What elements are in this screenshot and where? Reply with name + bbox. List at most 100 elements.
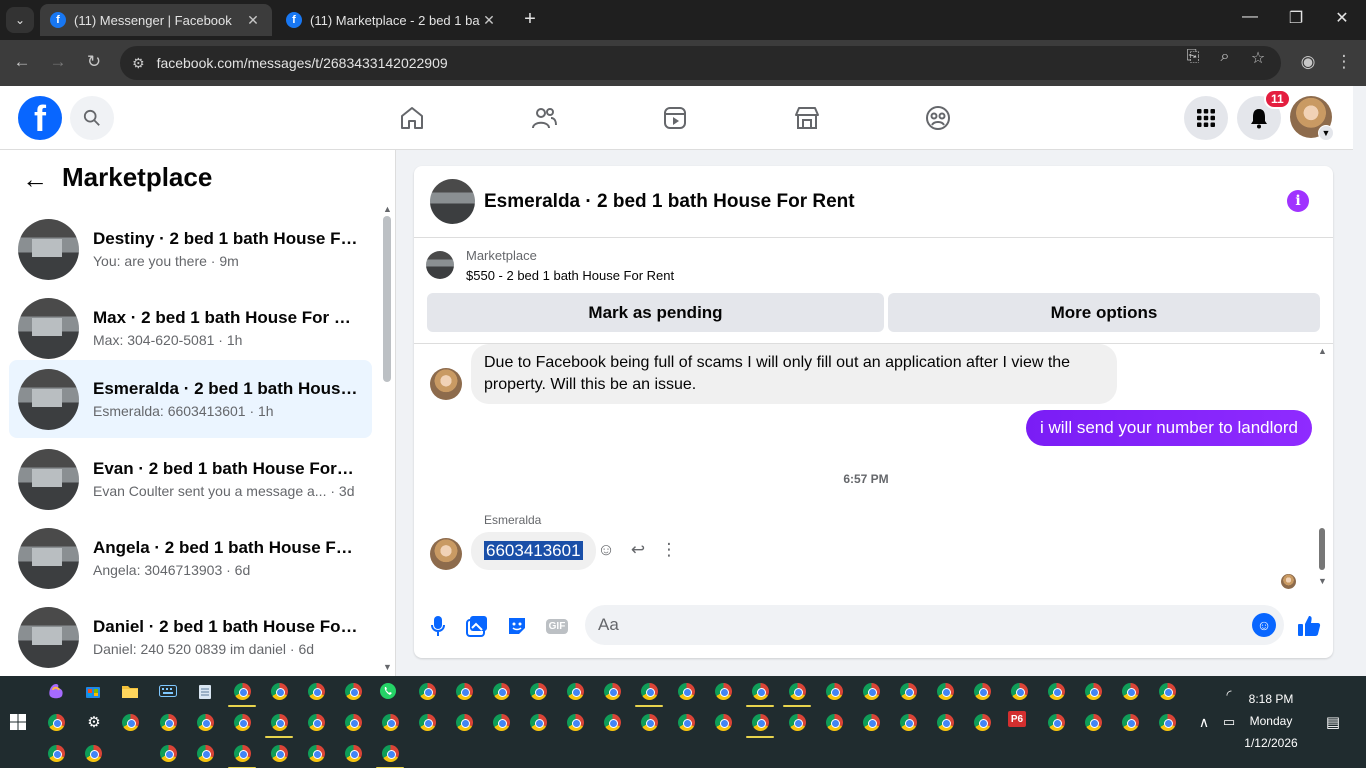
more-options-button[interactable]: More options [888,293,1320,332]
chrome-icon[interactable] [601,680,623,702]
chrome-icon[interactable] [934,711,956,733]
search-icon[interactable] [70,96,114,140]
clock[interactable]: 8:18 PM Monday 1/12/2026 [1236,692,1306,750]
apps-menu-icon[interactable] [1184,96,1228,140]
close-tab-icon[interactable]: ✕ [480,12,498,29]
chevron-down-icon[interactable]: ▼ [1318,125,1334,141]
chrome-icon[interactable] [786,680,808,702]
install-app-icon[interactable]: ⎘ [1182,48,1204,66]
chrome-icon[interactable] [231,711,253,733]
chrome-icon[interactable] [675,711,697,733]
zoom-icon[interactable]: ⌕ [1214,48,1236,66]
chrome-icon[interactable] [1045,680,1067,702]
chrome-icon[interactable] [305,742,327,764]
chrome-icon[interactable] [268,680,290,702]
chrome-icon[interactable] [490,711,512,733]
chrome-icon[interactable] [749,680,771,702]
conversation-item[interactable]: Destiny · 2 bed 1 bath House For... You:… [9,210,372,288]
store-icon[interactable] [82,680,104,702]
chrome-icon[interactable] [1119,680,1141,702]
photo-icon[interactable] [464,613,490,639]
keyboard-app-icon[interactable] [157,680,179,702]
chrome-icon[interactable] [490,680,512,702]
chrome-icon[interactable] [379,711,401,733]
chrome-icon[interactable] [379,742,401,764]
p6-app-icon[interactable]: P6 [1008,711,1026,727]
chrome-icon[interactable] [527,680,549,702]
emoji-icon[interactable]: ☺ [1252,613,1276,637]
chrome-icon[interactable] [527,711,549,733]
conversation-item[interactable]: Angela · 2 bed 1 bath House For ... Ange… [9,519,372,597]
chrome-icon[interactable] [342,711,364,733]
chrome-icon[interactable] [119,711,141,733]
sidebar-scrollbar[interactable] [383,216,391,382]
maximize-icon[interactable]: ❐ [1284,8,1308,28]
chrome-icon[interactable] [453,680,475,702]
chrome-icon[interactable] [823,711,845,733]
chrome-icon[interactable] [712,711,734,733]
back-icon[interactable]: ← [11,52,33,72]
settings-gear-icon[interactable]: ⚙ [83,711,105,733]
react-emoji-icon[interactable]: ☺ [595,540,617,560]
chrome-icon[interactable] [564,711,586,733]
sender-avatar[interactable] [430,538,462,570]
chrome-icon[interactable] [268,711,290,733]
show-hidden-icons-chevron-icon[interactable]: ∧ [1193,711,1215,733]
chrome-icon[interactable] [1008,680,1030,702]
reload-icon[interactable]: ↻ [83,52,105,72]
chrome-icon[interactable] [971,711,993,733]
sender-avatar[interactable] [430,368,462,400]
groups-icon[interactable] [920,100,956,136]
tab-search-icon[interactable]: ⌄ [6,7,34,33]
scroll-down-icon[interactable]: ▼ [383,662,392,672]
chrome-icon[interactable] [1156,711,1178,733]
chrome-icon[interactable] [231,742,253,764]
chrome-icon[interactable] [675,680,697,702]
conversation-item-selected[interactable]: Esmeralda · 2 bed 1 bath House ... Esmer… [9,360,372,438]
reply-icon[interactable]: ↩ [627,540,649,560]
chrome-icon[interactable] [749,711,771,733]
tab-messenger[interactable]: f (11) Messenger | Facebook ✕ [40,4,272,36]
chrome-icon[interactable] [860,711,882,733]
back-arrow-icon[interactable]: ← [22,164,48,195]
scroll-up-icon[interactable]: ▲ [383,204,392,214]
message-input[interactable]: Aa [585,605,1284,645]
chrome-icon[interactable] [194,711,216,733]
listing-price[interactable]: $550 - 2 bed 1 bath House For Rent [466,268,674,283]
chat-listing-thumbnail[interactable] [430,179,475,224]
conversation-item[interactable]: Max · 2 bed 1 bath House For Rent Max: 3… [9,289,372,367]
chrome-icon[interactable] [82,742,104,764]
tab-marketplace[interactable]: f (11) Marketplace - 2 bed 1 bath ✕ [276,4,508,36]
chrome-icon[interactable] [416,711,438,733]
chrome-icon[interactable] [157,742,179,764]
chrome-icon[interactable] [564,680,586,702]
forward-icon[interactable]: → [47,52,69,72]
chrome-icon[interactable] [712,680,734,702]
chrome-icon[interactable] [1119,711,1141,733]
chrome-icon[interactable] [45,711,67,733]
chrome-icon[interactable] [860,680,882,702]
chrome-icon[interactable] [601,711,623,733]
chrome-icon[interactable] [1082,680,1104,702]
home-icon[interactable] [394,100,430,136]
mark-as-pending-button[interactable]: Mark as pending [427,293,884,332]
chrome-icon[interactable] [897,680,919,702]
chrome-icon[interactable] [638,680,660,702]
like-thumbs-up-icon[interactable] [1296,613,1322,639]
facebook-logo-icon[interactable]: f [18,96,62,140]
sticker-icon[interactable] [504,613,530,639]
chrome-icon[interactable] [305,680,327,702]
conversation-item[interactable]: Evan · 2 bed 1 bath House For Re... Evan… [9,440,372,518]
copilot-icon[interactable] [45,680,67,702]
chrome-icon[interactable] [268,742,290,764]
whatsapp-icon[interactable] [377,680,399,702]
chrome-icon[interactable] [342,742,364,764]
friends-icon[interactable] [526,100,562,136]
video-icon[interactable] [657,100,693,136]
chrome-icon[interactable] [416,680,438,702]
chrome-icon[interactable] [934,680,956,702]
chrome-icon[interactable] [1045,711,1067,733]
site-info-icon[interactable]: ⚙ [132,55,145,72]
menu-dots-icon[interactable]: ⋮ [1332,52,1356,72]
chrome-icon[interactable] [194,742,216,764]
